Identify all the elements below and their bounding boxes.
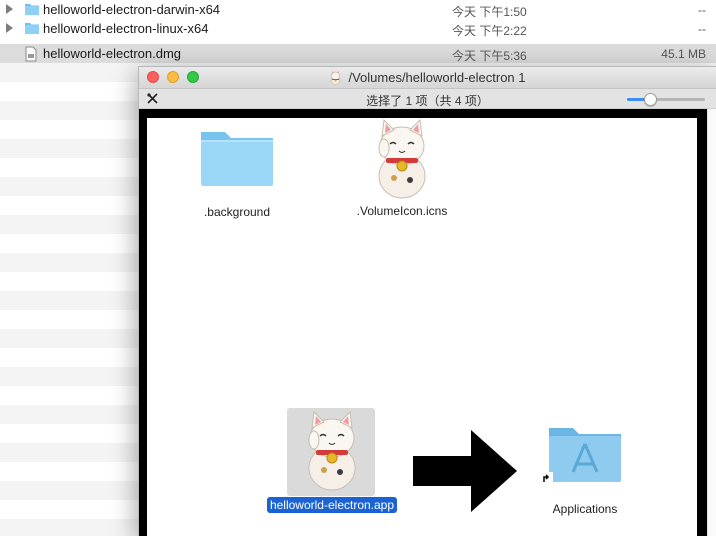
- icon-size-slider[interactable]: [627, 93, 705, 106]
- disclosure-triangle-icon[interactable]: [6, 23, 13, 33]
- vertical-scrollbar[interactable]: [707, 109, 716, 536]
- table-row[interactable]: helloworld-electron.dmg 今天 下午5:36 45.1 M…: [0, 44, 716, 63]
- file-name: helloworld-electron-darwin-x64: [43, 2, 221, 17]
- icon-view-canvas[interactable]: .background .VolumeIcon.icns helloworld-…: [147, 118, 697, 536]
- item-label: .background: [203, 205, 271, 219]
- window-title: /Volumes/helloworld-electron 1: [348, 70, 526, 85]
- app-item[interactable]: helloworld-electron.app: [257, 410, 407, 513]
- applications-folder-icon: [515, 418, 655, 488]
- folder-icon: [24, 21, 40, 38]
- dmg-window: /Volumes/helloworld-electron 1 选择了 1 项（共…: [138, 66, 716, 536]
- background-folder-item[interactable]: .background: [167, 124, 307, 219]
- item-label: .VolumeIcon.icns: [356, 204, 448, 218]
- applications-folder-item[interactable]: Applications: [515, 418, 655, 516]
- volume-icon: [329, 71, 342, 88]
- window-title-wrap: /Volumes/helloworld-electron 1: [139, 70, 716, 88]
- file-name: helloworld-electron.dmg: [43, 46, 182, 61]
- item-label-selected: helloworld-electron.app: [266, 497, 398, 513]
- file-date: 今天 下午1:50: [452, 5, 527, 19]
- window-content: .background .VolumeIcon.icns helloworld-…: [139, 109, 707, 536]
- file-size: --: [698, 22, 706, 36]
- lucky-cat-icon: [257, 410, 407, 494]
- window-titlebar[interactable]: /Volumes/helloworld-electron 1: [139, 67, 716, 89]
- file-size: --: [698, 3, 706, 17]
- file-date: 今天 下午2:22: [452, 24, 527, 38]
- status-bar: 选择了 1 项（共 4 项）: [139, 89, 716, 109]
- file-date: 今天 下午5:36: [452, 49, 527, 63]
- folder-icon: [24, 2, 40, 19]
- item-label: Applications: [552, 502, 618, 516]
- disclosure-triangle-icon[interactable]: [6, 4, 13, 14]
- file-size: 45.1 MB: [661, 47, 706, 61]
- drag-arrow: [413, 430, 521, 515]
- table-row[interactable]: helloworld-electron-linux-x64 今天 下午2:22 …: [0, 19, 716, 38]
- folder-icon: [167, 124, 307, 192]
- alias-arrow-icon: [541, 472, 553, 487]
- volume-icon-item[interactable]: .VolumeIcon.icns: [332, 118, 472, 218]
- lucky-cat-icon: [332, 118, 472, 204]
- file-name: helloworld-electron-linux-x64: [43, 21, 209, 36]
- table-row[interactable]: helloworld-electron-darwin-x64 今天 下午1:50…: [0, 0, 716, 19]
